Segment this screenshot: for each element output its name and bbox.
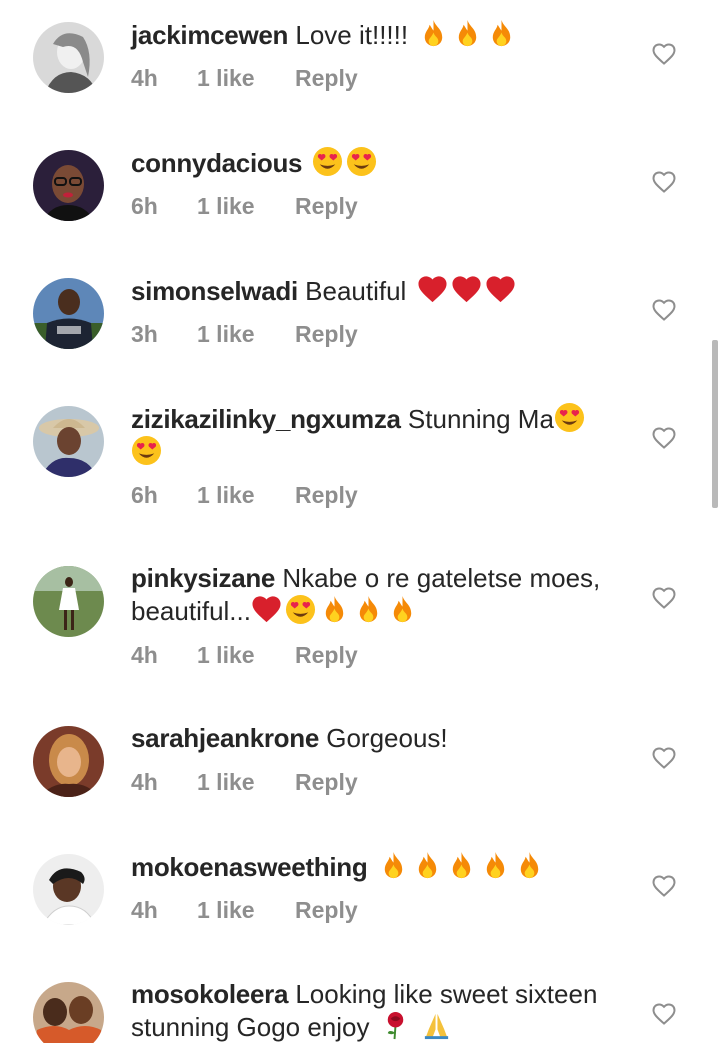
reply-button[interactable]: Reply [295, 319, 358, 349]
avatar[interactable] [33, 22, 104, 93]
fire-icon [412, 850, 443, 881]
comment-time: 3h [131, 321, 158, 347]
comment-text: sarahjeankrone Gorgeous! [131, 722, 631, 754]
fire-icon [486, 18, 517, 49]
heart-eyes-icon [346, 146, 377, 177]
comment-text: jackimcewen Love it!!!!! [131, 18, 631, 51]
comment-username[interactable]: mokoenasweething [131, 852, 368, 882]
comment-text: connydacious [131, 146, 631, 179]
red-heart-icon [251, 594, 282, 625]
heart-outline-icon[interactable] [652, 875, 676, 897]
comment-username[interactable]: sarahjeankrone [131, 723, 319, 753]
comment-body: Gorgeous! [326, 723, 448, 753]
fire-icon [378, 850, 409, 881]
comment-username[interactable]: pinkysizane [131, 563, 275, 593]
avatar[interactable] [33, 566, 104, 637]
avatar[interactable] [33, 982, 104, 1043]
avatar[interactable] [33, 854, 104, 925]
comment-time: 4h [131, 642, 158, 668]
heart-eyes-icon [285, 594, 316, 625]
comment-likes[interactable]: 1 like [197, 895, 255, 925]
fire-icon [480, 850, 511, 881]
heart-outline-icon[interactable] [652, 1003, 676, 1025]
comment-likes[interactable]: 1 like [197, 640, 255, 670]
comment-likes[interactable]: 1 like [197, 191, 255, 221]
red-heart-icon [417, 274, 448, 305]
fire-icon [446, 850, 477, 881]
comment-text: mosokoleera Looking like sweet sixteen s… [131, 978, 636, 1043]
red-heart-icon [485, 274, 516, 305]
comment-body: Beautiful [305, 276, 407, 306]
heart-outline-icon[interactable] [652, 171, 676, 193]
comment-likes[interactable]: 1 like [197, 480, 255, 510]
fire-icon [514, 850, 545, 881]
avatar[interactable] [33, 150, 104, 221]
comments-screen: jackimcewen Love it!!!!! 4h 1 like Reply… [0, 0, 720, 1043]
comment-time: 4h [131, 65, 158, 91]
avatar[interactable] [33, 278, 104, 349]
heart-eyes-icon [554, 402, 585, 433]
comment-body: Stunning Ma [407, 404, 554, 434]
comment-text: zizikazilinky_ngxumza Stunning Ma [131, 402, 631, 435]
heart-outline-icon[interactable] [652, 299, 676, 321]
reply-button[interactable]: Reply [295, 895, 358, 925]
comment-username[interactable]: mosokoleera [131, 979, 288, 1009]
folded-hands-icon [421, 1010, 452, 1041]
comment-time: 4h [131, 769, 158, 795]
comment-time: 4h [131, 897, 158, 923]
heart-outline-icon[interactable] [652, 587, 676, 609]
comment-time: 6h [131, 482, 158, 508]
comment-time: 6h [131, 193, 158, 219]
reply-button[interactable]: Reply [295, 767, 358, 797]
heart-outline-icon[interactable] [652, 747, 676, 769]
fire-icon [353, 594, 384, 625]
comment-text: mokoenasweething [131, 850, 631, 883]
fire-icon [387, 594, 418, 625]
avatar[interactable] [33, 726, 104, 797]
red-heart-icon [451, 274, 482, 305]
comment-body: Love it!!!!! [295, 20, 409, 50]
comment-username[interactable]: connydacious [131, 148, 303, 178]
heart-outline-icon[interactable] [652, 427, 676, 449]
comment-text: pinkysizane Nkabe o re gateletse moes, b… [131, 562, 636, 627]
comment-username[interactable]: jackimcewen [131, 20, 288, 50]
heart-outline-icon[interactable] [652, 43, 676, 65]
reply-button[interactable]: Reply [295, 640, 358, 670]
comment-likes[interactable]: 1 like [197, 63, 255, 93]
reply-button[interactable]: Reply [295, 63, 358, 93]
comment-likes[interactable]: 1 like [197, 319, 255, 349]
rose-icon [380, 1010, 411, 1041]
fire-icon [319, 594, 350, 625]
fire-icon [452, 18, 483, 49]
reply-button[interactable]: Reply [295, 480, 358, 510]
comment-text-continued [131, 435, 631, 468]
comment-likes[interactable]: 1 like [197, 767, 255, 797]
avatar[interactable] [33, 406, 104, 477]
fire-icon [418, 18, 449, 49]
heart-eyes-icon [312, 146, 343, 177]
comment-text: simonselwadi Beautiful [131, 274, 631, 307]
comment-username[interactable]: zizikazilinky_ngxumza [131, 404, 401, 434]
scrollbar[interactable] [712, 340, 718, 508]
comment-username[interactable]: simonselwadi [131, 276, 298, 306]
reply-button[interactable]: Reply [295, 191, 358, 221]
heart-eyes-icon [131, 435, 162, 466]
